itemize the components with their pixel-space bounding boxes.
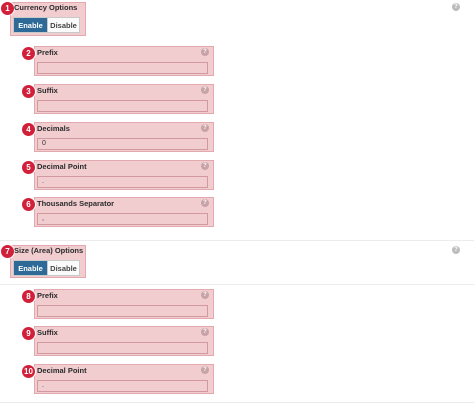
suffix-help-icon[interactable]: ? — [201, 86, 209, 94]
decimal-point-help-icon[interactable]: ? — [201, 162, 209, 170]
decimals-label: Decimals — [37, 124, 70, 133]
size-prefix-label: Prefix — [37, 291, 58, 300]
decimals-help-icon[interactable]: ? — [201, 124, 209, 132]
size-suffix-badge: 9 — [21, 326, 36, 341]
currency-options-badge: 1 — [0, 1, 15, 16]
size-options-badge: 7 — [0, 244, 15, 259]
section-divider-3 — [0, 402, 474, 403]
suffix-badge: 3 — [21, 84, 36, 99]
suffix-label: Suffix — [37, 86, 58, 95]
prefix-input[interactable] — [37, 62, 208, 74]
section-divider-2 — [0, 284, 474, 285]
prefix-label: Prefix — [37, 48, 58, 57]
thousands-separator-label: Thousands Separator — [37, 199, 115, 208]
size-prefix-badge: 8 — [21, 289, 36, 304]
currency-options-title: Currency Options — [14, 3, 78, 12]
size-options-title: Size (Area) Options — [14, 246, 84, 255]
size-decimal-point-help-icon[interactable]: ? — [201, 366, 209, 374]
decimals-input[interactable]: 0 — [37, 138, 208, 150]
size-suffix-label: Suffix — [37, 328, 58, 337]
size-decimal-point-label: Decimal Point — [37, 366, 87, 375]
size-suffix-input[interactable] — [37, 342, 208, 354]
thousands-separator-help-icon[interactable]: ? — [201, 199, 209, 207]
size-disable-button[interactable]: Disable — [47, 261, 79, 275]
currency-disable-button[interactable]: Disable — [47, 18, 79, 32]
decimals-badge: 4 — [21, 122, 36, 137]
size-enable-button[interactable]: Enable — [14, 261, 47, 275]
suffix-input[interactable] — [37, 100, 208, 112]
size-prefix-help-icon[interactable]: ? — [201, 291, 209, 299]
size-decimal-point-input[interactable]: . — [37, 380, 208, 392]
prefix-badge: 2 — [21, 46, 36, 61]
size-decimal-point-badge: 10 — [21, 364, 36, 379]
size-toggle-group: Enable Disable — [13, 260, 80, 276]
section-divider — [0, 240, 474, 241]
currency-enable-button[interactable]: Enable — [14, 18, 47, 32]
thousands-separator-input[interactable]: , — [37, 213, 208, 225]
prefix-help-icon[interactable]: ? — [201, 48, 209, 56]
decimal-point-label: Decimal Point — [37, 162, 87, 171]
decimal-point-badge: 5 — [21, 160, 36, 175]
currency-help-icon[interactable]: ? — [452, 3, 460, 11]
thousands-separator-badge: 6 — [21, 197, 36, 212]
size-suffix-help-icon[interactable]: ? — [201, 328, 209, 336]
currency-toggle-group: Enable Disable — [13, 17, 80, 33]
decimal-point-input[interactable]: . — [37, 176, 208, 188]
size-prefix-input[interactable] — [37, 305, 208, 317]
size-help-icon[interactable]: ? — [452, 246, 460, 254]
